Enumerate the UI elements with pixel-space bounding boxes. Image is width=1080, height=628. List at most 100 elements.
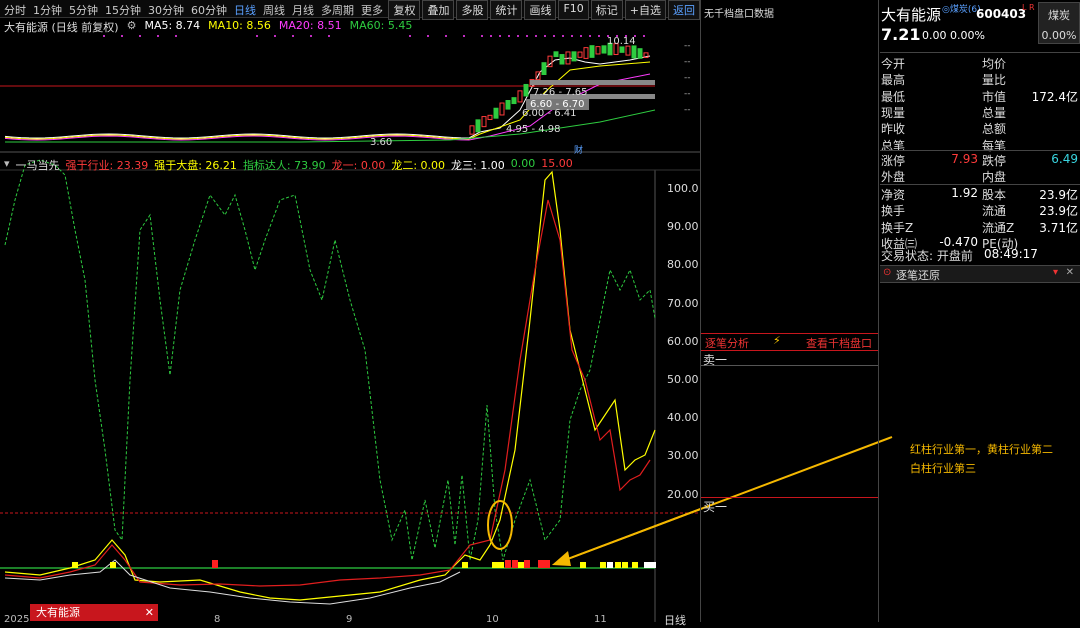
indicator-value: 强于行业: 23.39 xyxy=(65,159,149,172)
indicator-yellow-line xyxy=(4,170,656,601)
signal-dot xyxy=(535,35,537,37)
signal-dot xyxy=(562,35,564,37)
signal-dot xyxy=(544,35,546,37)
signal-dot xyxy=(517,35,519,37)
quote-field-label: 总额 xyxy=(982,122,1007,137)
date-tick: 8 xyxy=(214,614,221,625)
collapse-icon[interactable]: ⊙ xyxy=(883,267,891,278)
quote-field-label: 总量 xyxy=(982,105,1007,120)
indicator-dropdown-icon[interactable]: ▾ xyxy=(4,157,10,173)
last-price: 7.21 xyxy=(881,25,921,44)
indicator-red-line xyxy=(4,199,651,587)
tick-replay-title: 逐笔还原 xyxy=(896,269,940,282)
sector-tag[interactable]: ◎煤炭(6) xyxy=(942,2,981,15)
signal-dot xyxy=(463,35,465,37)
rank-bar xyxy=(544,560,550,568)
signal-dot xyxy=(571,35,573,37)
tab-view-depth[interactable]: 查看千档盘口 xyxy=(806,335,872,351)
candle xyxy=(571,51,577,62)
indicator-green-line xyxy=(4,159,656,561)
signal-dot xyxy=(139,35,141,37)
low-price-label: 3.60 xyxy=(370,137,393,148)
quote-row: 现量 总量 xyxy=(880,104,1080,120)
candle xyxy=(511,97,517,105)
close-icon[interactable]: ✕ xyxy=(145,604,154,621)
quote-row: 昨收 总额 xyxy=(880,120,1080,136)
stock-code: 600403 xyxy=(976,7,1027,21)
signal-dot xyxy=(121,35,123,37)
rank-bar xyxy=(524,560,530,568)
close-panel-icon[interactable]: ✕ xyxy=(1066,267,1074,278)
signal-dot xyxy=(643,35,645,37)
quote-field-label: 今开 xyxy=(881,57,906,71)
chart-canvas[interactable] xyxy=(0,0,700,622)
quote-field-value: 23.9亿 xyxy=(1039,204,1078,219)
quote-field-label: 流通 xyxy=(982,204,1007,219)
rank-bar xyxy=(462,562,468,568)
signal-dot xyxy=(328,35,330,37)
quote-field-label: 跌停 xyxy=(982,154,1007,168)
candle xyxy=(559,54,565,65)
signal-dot xyxy=(598,35,600,37)
rank-bar xyxy=(607,562,613,568)
y-tick: 80.00 xyxy=(667,258,699,272)
rank-bar xyxy=(632,562,638,568)
stock-flags: L R xyxy=(1022,3,1035,12)
sector-box[interactable]: 煤炭 0.00% xyxy=(1038,2,1080,44)
candle xyxy=(469,125,475,135)
quote-field-label: 涨停 xyxy=(881,154,906,168)
y-tick: 50.00 xyxy=(667,373,699,386)
quote-field-label: 现量 xyxy=(881,105,906,120)
signal-dot xyxy=(157,35,159,37)
date-tick: 2025 xyxy=(4,614,30,625)
y-tick: 60.00 xyxy=(667,334,699,348)
tab-tick-analysis[interactable]: 逐笔分析 xyxy=(705,335,749,351)
rank-bar xyxy=(110,562,116,568)
indicator-value: 0.00 xyxy=(510,157,536,170)
quote-row: 外盘 内盘 xyxy=(880,168,1080,184)
indicator-value: 龙三: 1.00 xyxy=(451,159,505,172)
signal-dot xyxy=(553,35,555,37)
tick-replay-header[interactable]: ⊙ 逐笔还原 ▾ ✕ xyxy=(880,265,1080,283)
filter-icon[interactable]: ▾ xyxy=(1053,267,1058,278)
quote-row: 换手Z 流通Z 3.71亿 xyxy=(880,219,1080,235)
candle xyxy=(637,48,643,59)
rank-bar xyxy=(505,560,511,568)
quote-row: 今开 均价 xyxy=(880,55,1080,71)
lightning-icon[interactable]: ⚡ xyxy=(773,334,781,347)
quote-field-label: 换手 xyxy=(881,204,906,219)
candle xyxy=(505,100,511,110)
candle xyxy=(577,51,583,58)
quote-field-value: 1.92 xyxy=(951,186,978,200)
annotation-arrowhead xyxy=(552,552,570,565)
cost-label-1: 7.26 - 7.65 xyxy=(533,87,588,98)
signal-dot xyxy=(589,35,591,37)
indicator-value: 指标达人: 73.90 xyxy=(242,159,326,172)
sector-name: 煤炭 xyxy=(1048,9,1070,22)
quote-field-value: 3.71亿 xyxy=(1039,220,1078,235)
candle xyxy=(541,62,547,75)
price-change-pct: 0.00% xyxy=(950,29,985,42)
candle xyxy=(487,114,493,120)
indicator-name[interactable]: 一马当先 xyxy=(16,157,60,173)
candle xyxy=(493,107,499,119)
signal-dot xyxy=(292,35,294,37)
date-tick: 10 xyxy=(486,614,499,625)
quote-field-label: 量比 xyxy=(982,73,1007,88)
kline-right-axis: -- -- -- -- -- xyxy=(684,38,691,118)
signal-dot xyxy=(508,35,510,37)
y-tick: 70.00 xyxy=(667,296,699,310)
indicator-value: 龙二: 0.00 xyxy=(391,159,446,172)
candle xyxy=(601,45,607,54)
quote-field-label: 市值 xyxy=(982,89,1007,104)
cost-label-4: 4.95 - 4.98 xyxy=(506,124,561,135)
stock-tab[interactable]: 大有能源 ✕ xyxy=(30,604,158,621)
indicator-value: 15.00 xyxy=(541,157,573,170)
y-tick: 90.00 xyxy=(667,220,699,234)
y-tick: 30.00 xyxy=(667,449,699,463)
signal-dot xyxy=(490,35,492,37)
rank-bar xyxy=(518,562,524,568)
quote-row: 最高 量比 xyxy=(880,71,1080,87)
rank-bar xyxy=(600,562,606,568)
finance-marker[interactable]: 财 xyxy=(574,143,583,156)
